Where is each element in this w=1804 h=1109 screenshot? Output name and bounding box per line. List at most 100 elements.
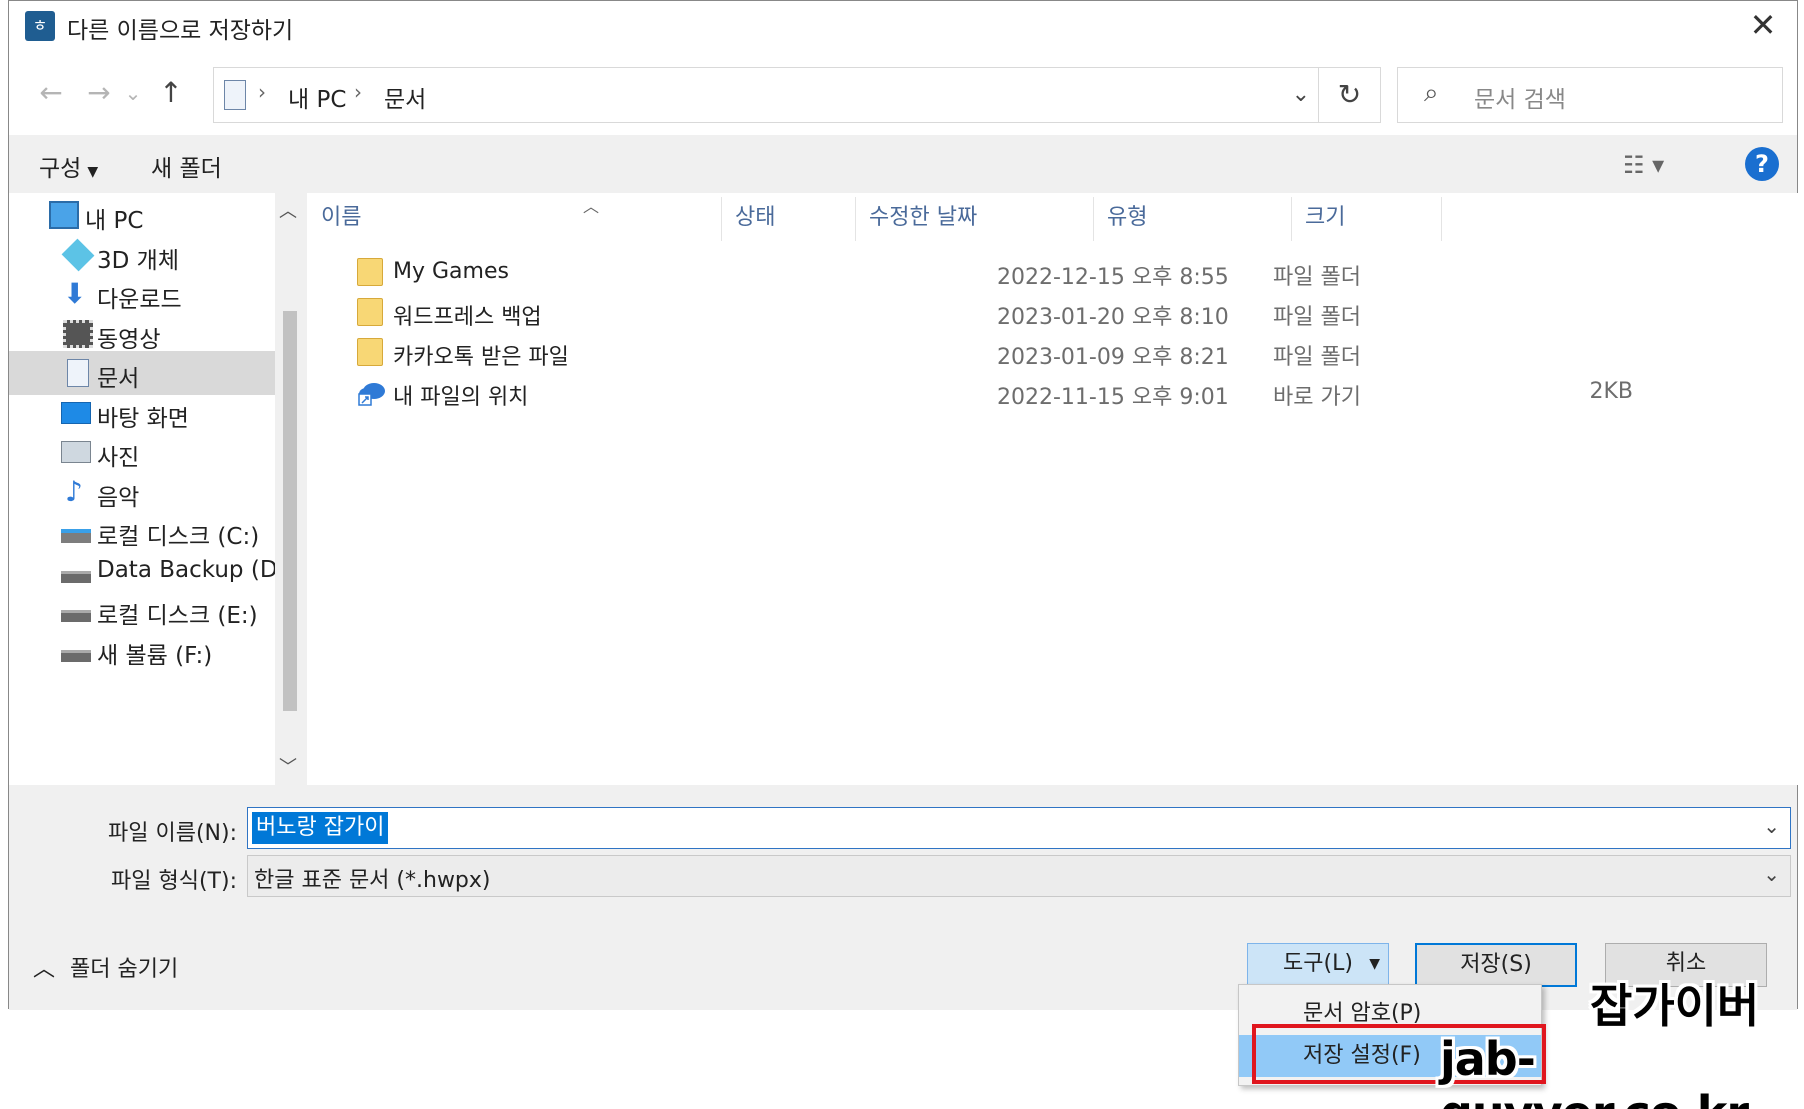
sidebar-item-downloads[interactable]: ⬇ 다운로드 [9,272,277,316]
search-placeholder: 문서 검색 [1474,87,1566,113]
save-form: 파일 이름(N): 버노랑 잡가이 ⌄ 파일 형식(T): 한글 표준 문서 (… [9,785,1797,1010]
drive-icon [61,610,91,622]
sort-ascending-icon: ︿ [583,197,600,216]
file-name: My Games [393,259,509,284]
recent-locations-button[interactable]: ⌄ [121,73,145,113]
hwp-app-icon: ㅎ [25,11,55,41]
sidebar-item-label: 음악 [97,485,140,511]
title-bar: ㅎ 다른 이름으로 저장하기 ✕ [9,1,1797,51]
file-row[interactable]: 카카오톡 받은 파일 2023-01-09 오후 8:21 파일 폴더 [307,333,1799,371]
breadcrumb-separator: › [258,80,266,104]
filename-label: 파일 이름(N): [108,821,237,846]
file-type: 바로 가기 [1273,385,1361,410]
cloud-shortcut-icon [357,378,385,406]
file-type: 파일 폴더 [1273,345,1361,370]
organize-label: 구성 [39,156,82,182]
file-name: 카카오톡 받은 파일 [393,345,569,370]
sidebar-item-label: 3D 개체 [97,248,179,274]
sidebar-item-label: 로컬 디스크 (C:) [97,524,260,550]
sidebar-item-label: 문서 [97,366,140,392]
scroll-up-icon[interactable]: ︿ [279,197,297,223]
sidebar-item-desktop[interactable]: 바탕 화면 [9,391,277,435]
navigation-pane: 내 PC 3D 개체 ⬇ 다운로드 동영상 문서 바탕 화면 사진 ♪ 음악 로… [9,193,303,785]
desktop-icon [61,402,91,424]
sidebar-item-label: 로컬 디스크 (E:) [97,603,258,629]
caret-down-icon: ▼ [1369,956,1380,972]
document-icon [224,80,246,110]
sidebar-item-3d-objects[interactable]: 3D 개체 [9,233,277,277]
search-icon: ⌕ [1424,78,1439,108]
watermark-brand: 잡가이버 [1590,979,1760,1033]
view-options-icon[interactable]: ☷ ▾ [1623,151,1664,179]
file-row[interactable]: 내 파일의 위치 2022-11-15 오후 9:01 바로 가기 2KB [307,373,1799,411]
sidebar-item-videos[interactable]: 동영상 [9,312,277,356]
navigation-bar: ← → ⌄ ↑ › 내 PC › 문서 ⌄ ↻ ⌕ 문서 검색 [9,51,1797,135]
file-date: 2023-01-09 오후 8:21 [997,345,1229,370]
chevron-up-icon: ︿ [33,957,56,982]
help-icon[interactable]: ? [1745,147,1779,181]
folder-icon [357,258,383,286]
tools-label: 도구(L) [1283,951,1353,976]
refresh-button[interactable]: ↻ [1318,68,1380,122]
sidebar-item-this-pc[interactable]: 내 PC [9,193,277,237]
filename-input[interactable]: 버노랑 잡가이 ⌄ [247,807,1791,849]
search-box[interactable]: ⌕ 문서 검색 [1397,67,1783,123]
system-drive-icon [61,529,91,543]
download-icon: ⬇ [63,277,87,310]
new-folder-button[interactable]: 새 폴더 [151,149,222,183]
sidebar-item-documents[interactable]: 문서 [9,351,277,395]
address-bar[interactable]: › 내 PC › 문서 ⌄ ↻ [213,67,1381,123]
file-date: 2023-01-20 오후 8:10 [997,305,1229,330]
sidebar-item-label: 바탕 화면 [97,406,189,432]
filetype-value: 한글 표준 문서 (*.hwpx) [254,868,491,893]
file-list: 이름 ︿ 상태 수정한 날짜 유형 크기 My Games 2022-12-15… [307,193,1799,785]
file-date: 2022-12-15 오후 8:55 [997,265,1229,290]
breadcrumb-separator: › [354,80,362,104]
address-dropdown-icon[interactable]: ⌄ [1292,82,1310,107]
sidebar-scrollbar[interactable]: ︿ ﹀ [275,193,303,785]
column-header-modified[interactable]: 수정한 날짜 [855,193,1093,243]
column-header-size[interactable]: 크기 [1291,193,1441,243]
scrollbar-thumb[interactable] [283,311,297,711]
forward-button[interactable]: → [79,73,119,113]
computer-icon [49,201,79,229]
close-button[interactable]: ✕ [1743,5,1783,45]
filename-value: 버노랑 잡가이 [252,812,389,844]
column-header-status[interactable]: 상태 [721,193,855,243]
column-header-name[interactable]: 이름 [307,193,721,243]
sidebar-item-drive-f[interactable]: 새 볼륨 (F:) [9,628,277,672]
column-divider [1441,197,1442,241]
filetype-select[interactable]: 한글 표준 문서 (*.hwpx) ⌄ [247,855,1791,897]
sidebar-item-pictures[interactable]: 사진 [9,430,277,474]
chevron-down-icon: ▼ [87,164,99,180]
chevron-down-icon[interactable]: ⌄ [1763,814,1780,838]
column-header-type[interactable]: 유형 [1093,193,1291,243]
save-as-dialog: ㅎ 다른 이름으로 저장하기 ✕ ← → ⌄ ↑ › 내 PC › 문서 ⌄ ↻… [8,0,1799,1010]
sidebar-item-drive-e[interactable]: 로컬 디스크 (E:) [9,588,277,632]
file-row[interactable]: My Games 2022-12-15 오후 8:55 파일 폴더 [307,253,1799,291]
scroll-down-icon[interactable]: ﹀ [279,753,297,779]
up-button[interactable]: ↑ [151,73,191,113]
chevron-down-icon[interactable]: ⌄ [1763,862,1780,886]
command-bar: 구성 ▼ 새 폴더 ☷ ▾ ? [9,135,1797,193]
sidebar-item-label: 내 PC [85,208,144,234]
breadcrumb-this-pc[interactable]: 내 PC [288,80,346,114]
back-button[interactable]: ← [31,73,71,113]
file-type: 파일 폴더 [1273,265,1361,290]
hide-folders-button[interactable]: ︿ 폴더 숨기기 [33,951,178,983]
document-icon [67,359,89,387]
sidebar-item-music[interactable]: ♪ 음악 [9,470,277,514]
sidebar-item-drive-c[interactable]: 로컬 디스크 (C:) [9,509,277,553]
file-name: 워드프레스 백업 [393,305,542,330]
sidebar-item-label: Data Backup (D [97,557,278,583]
file-row[interactable]: 워드프레스 백업 2023-01-20 오후 8:10 파일 폴더 [307,293,1799,331]
organize-menu[interactable]: 구성 ▼ [39,149,98,183]
breadcrumb-documents[interactable]: 문서 [384,80,426,114]
folder-icon [357,338,383,366]
folder-icon [357,298,383,326]
sidebar-item-drive-d[interactable]: Data Backup (D [9,549,278,593]
file-type: 파일 폴더 [1273,305,1361,330]
sidebar-item-label: 동영상 [97,327,161,353]
tools-button[interactable]: 도구(L) ▼ [1247,943,1389,987]
save-button[interactable]: 저장(S) [1415,943,1577,987]
